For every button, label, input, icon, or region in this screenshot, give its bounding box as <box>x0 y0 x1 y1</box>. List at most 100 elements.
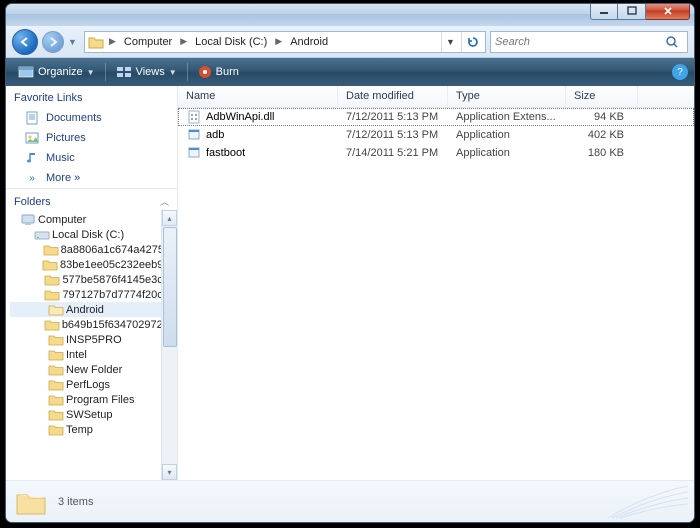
drive-icon <box>34 228 50 241</box>
minimize-button[interactable] <box>590 4 618 20</box>
toolbar: Organize ▼ Views ▼ Burn ? <box>6 58 694 86</box>
views-icon <box>116 65 132 79</box>
breadcrumb-item[interactable]: Computer <box>120 34 176 50</box>
folder-icon <box>87 34 105 50</box>
search-input[interactable] <box>491 36 665 48</box>
favorite-link[interactable]: Pictures <box>6 128 177 148</box>
file-row[interactable]: fastboot7/14/2011 5:21 PMApplication180 … <box>178 144 694 162</box>
close-button[interactable] <box>646 4 690 20</box>
more-icon: » <box>24 171 40 185</box>
chevron-up-icon[interactable]: ︿ <box>160 195 169 208</box>
tree-item[interactable]: PerfLogs <box>10 377 177 392</box>
chevron-right-icon: ▶ <box>107 36 118 47</box>
favorite-link[interactable]: Music <box>6 148 177 168</box>
search-box[interactable] <box>490 31 688 53</box>
tree-item[interactable]: b649b15f63470297254 <box>10 317 177 332</box>
scroll-up-button[interactable]: ▴ <box>162 210 177 226</box>
tree-label: 797127b7d7774f20cb0 <box>62 289 175 301</box>
tree-item[interactable]: INSP5PRO <box>10 332 177 347</box>
tree-label: 83be1ee05c232eeb9c0 <box>60 259 175 271</box>
organize-button[interactable]: Organize ▼ <box>12 62 101 82</box>
folder-icon <box>48 363 64 376</box>
maximize-button[interactable] <box>618 4 646 20</box>
folder-icon <box>48 408 64 421</box>
breadcrumb-item[interactable]: Android <box>286 34 332 50</box>
favorite-link[interactable]: Documents <box>6 108 177 128</box>
tree-item[interactable]: New Folder <box>10 362 177 377</box>
views-button[interactable]: Views ▼ <box>110 62 183 82</box>
file-name: AdbWinApi.dll <box>206 111 274 123</box>
tree-item[interactable]: Computer <box>10 212 177 227</box>
folders-header[interactable]: Folders ︿ <box>6 188 177 210</box>
chevron-down-icon: ▼ <box>87 68 95 77</box>
burn-icon <box>198 65 212 79</box>
column-date[interactable]: Date modified <box>338 86 448 107</box>
file-row[interactable]: AdbWinApi.dll7/12/2011 5:13 PMApplicatio… <box>178 108 694 126</box>
tree-label: Local Disk (C:) <box>52 229 124 241</box>
folder-icon <box>44 273 60 286</box>
favorite-label: Music <box>46 152 75 164</box>
file-date: 7/12/2011 5:13 PM <box>338 129 448 141</box>
tree-label: b649b15f63470297254 <box>62 319 175 331</box>
favorite-link[interactable]: »More » <box>6 168 177 188</box>
tree-label: INSP5PRO <box>66 334 122 346</box>
tree-item[interactable]: Intel <box>10 347 177 362</box>
file-name: fastboot <box>206 147 245 159</box>
exe-icon <box>186 128 202 142</box>
organize-label: Organize <box>38 66 83 78</box>
views-label: Views <box>136 66 165 78</box>
scroll-down-button[interactable]: ▾ <box>162 464 177 480</box>
breadcrumb-dropdown[interactable]: ▼ <box>441 32 459 52</box>
scrollbar[interactable]: ▴ ▾ <box>161 210 177 480</box>
folder-open-icon <box>48 303 64 316</box>
folder-icon <box>42 258 58 271</box>
nav-history-dropdown[interactable]: ▼ <box>68 37 80 47</box>
search-icon[interactable] <box>665 35 687 49</box>
pictures-icon <box>24 131 40 145</box>
help-button[interactable]: ? <box>672 64 688 80</box>
sidebar: Favorite Links DocumentsPicturesMusic»Mo… <box>6 86 178 480</box>
folder-icon <box>48 333 64 346</box>
forward-button[interactable] <box>42 31 64 53</box>
navbar: ▼ ▶ Computer ▶ Local Disk (C:) ▶ Android… <box>6 26 694 58</box>
file-date: 7/12/2011 5:13 PM <box>338 111 448 123</box>
breadcrumb[interactable]: ▶ Computer ▶ Local Disk (C:) ▶ Android ▼ <box>84 31 486 53</box>
tree-label: Computer <box>38 214 86 226</box>
tree-item[interactable]: 577be5876f4145e3c98 <box>10 272 177 287</box>
documents-icon <box>24 111 40 125</box>
folder-icon <box>44 288 60 301</box>
breadcrumb-item[interactable]: Local Disk (C:) <box>191 34 271 50</box>
tree-label: Program Files <box>66 394 134 406</box>
refresh-button[interactable] <box>461 32 483 52</box>
burn-label: Burn <box>216 66 239 78</box>
tree-item[interactable]: Temp <box>10 422 177 437</box>
tree-label: 8a8806a1c674a4275cc <box>61 244 175 256</box>
chevron-right-icon: ▶ <box>273 36 284 47</box>
tree-item[interactable]: Local Disk (C:) <box>10 227 177 242</box>
column-type[interactable]: Type <box>448 86 566 107</box>
tree-item[interactable]: Program Files <box>10 392 177 407</box>
file-size: 94 KB <box>566 111 638 123</box>
column-size[interactable]: Size <box>566 86 638 107</box>
file-row[interactable]: adb7/12/2011 5:13 PMApplication402 KB <box>178 126 694 144</box>
folder-icon <box>48 423 64 436</box>
tree-label: Android <box>66 304 104 316</box>
tree-item[interactable]: 83be1ee05c232eeb9c0 <box>10 257 177 272</box>
scroll-thumb[interactable] <box>163 227 177 347</box>
back-button[interactable] <box>12 29 38 55</box>
explorer-window: ▼ ▶ Computer ▶ Local Disk (C:) ▶ Android… <box>6 4 694 522</box>
tree-label: PerfLogs <box>66 379 110 391</box>
tree-item[interactable]: 8a8806a1c674a4275cc <box>10 242 177 257</box>
burn-button[interactable]: Burn <box>192 62 245 82</box>
tree-item[interactable]: SWSetup <box>10 407 177 422</box>
folder-icon <box>48 348 64 361</box>
tree-item[interactable]: 797127b7d7774f20cb0 <box>10 287 177 302</box>
computer-icon <box>20 213 36 226</box>
column-name[interactable]: Name <box>178 86 338 107</box>
favorite-label: Documents <box>46 112 102 124</box>
folders-header-label: Folders <box>14 196 51 208</box>
folder-icon <box>48 393 64 406</box>
tree-item[interactable]: Android <box>10 302 177 317</box>
file-name: adb <box>206 129 224 141</box>
file-size: 402 KB <box>566 129 638 141</box>
